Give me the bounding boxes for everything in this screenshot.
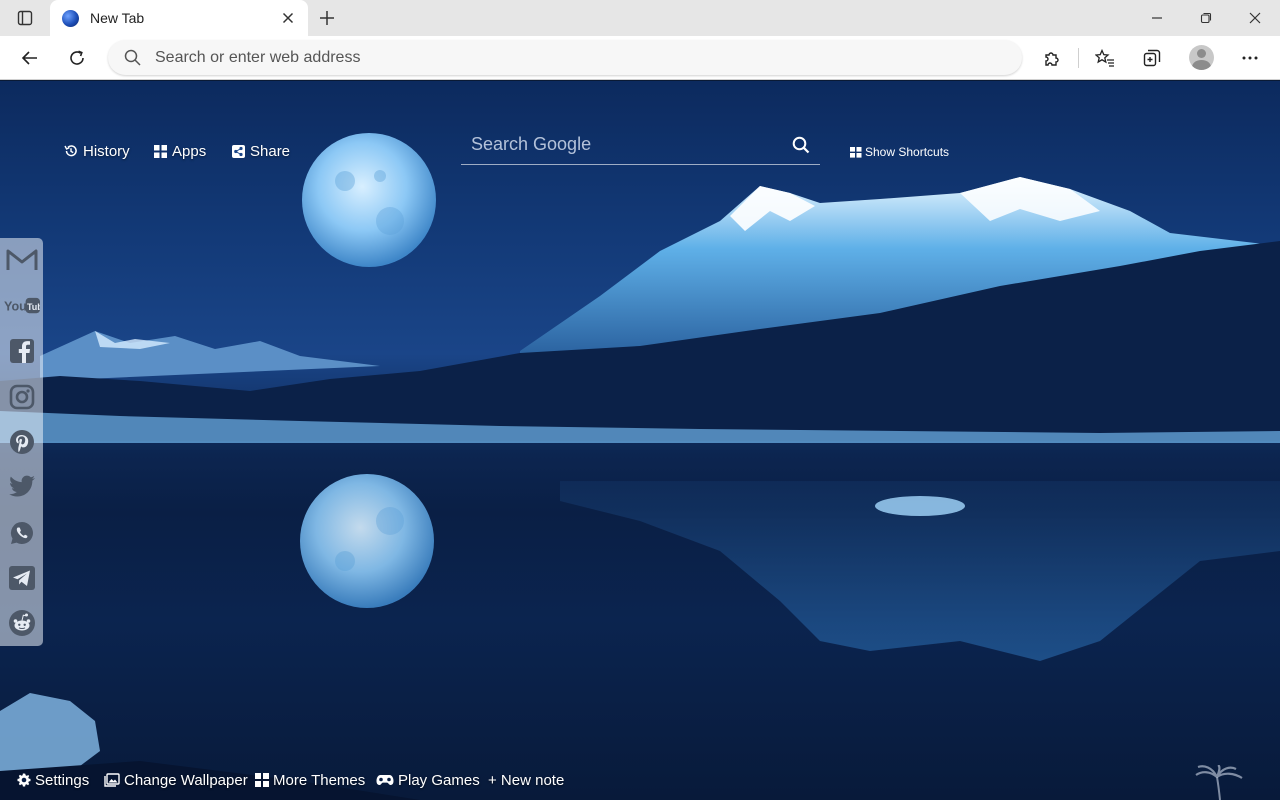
tab-strip: New Tab (0, 0, 1280, 36)
settings-label: Settings (35, 771, 90, 789)
favorites-button[interactable] (1090, 44, 1120, 72)
tab-close-button[interactable] (278, 8, 298, 28)
shortcuts-grid-icon (850, 146, 862, 158)
share-icon (232, 144, 245, 158)
facebook-link[interactable] (4, 334, 40, 368)
tab-title: New Tab (90, 10, 145, 26)
show-shortcuts-button[interactable]: Show Shortcuts (850, 144, 949, 160)
new-tab-button[interactable] (314, 6, 340, 30)
show-shortcuts-label: Show Shortcuts (865, 145, 950, 159)
apps-grid-icon (154, 144, 167, 158)
new-note-label: + New note (488, 771, 565, 789)
more-dots-icon (1242, 56, 1258, 60)
extensions-button[interactable] (1037, 44, 1067, 72)
settings-link[interactable]: Settings (17, 770, 89, 790)
apps-link[interactable]: Apps (154, 141, 206, 161)
apps-label: Apps (172, 142, 207, 160)
play-games-link[interactable]: Play Games (376, 770, 480, 790)
share-link[interactable]: Share (232, 141, 290, 161)
collections-button[interactable] (1137, 44, 1167, 72)
collections-icon (1143, 49, 1161, 67)
close-icon (282, 12, 294, 24)
play-games-label: Play Games (398, 771, 480, 789)
browser-toolbar (0, 36, 1280, 80)
back-button[interactable] (15, 44, 45, 72)
gmail-icon (6, 249, 38, 270)
restore-button[interactable] (1191, 6, 1221, 30)
youtube-link[interactable]: You Tube (4, 289, 40, 323)
pinterest-icon (10, 430, 34, 454)
change-wallpaper-label: Change Wallpaper (124, 771, 248, 789)
google-search-box (461, 125, 820, 165)
arrow-left-icon (21, 51, 37, 65)
close-icon (1249, 12, 1261, 24)
svg-text:You: You (4, 300, 27, 314)
more-themes-label: More Themes (273, 771, 366, 789)
search-icon (792, 136, 810, 153)
instagram-icon (9, 384, 35, 410)
wallpaper-image (0, 133, 1280, 800)
refresh-icon (70, 50, 84, 65)
gamepad-icon (376, 775, 394, 785)
close-window-button[interactable] (1240, 6, 1270, 30)
more-themes-link[interactable]: More Themes (255, 770, 365, 790)
profile-avatar[interactable] (1189, 45, 1214, 70)
new-note-link[interactable]: + New note (488, 770, 564, 790)
gmail-link[interactable] (4, 243, 40, 277)
address-bar[interactable] (108, 40, 1022, 75)
favorites-star-icon (1095, 49, 1114, 67)
minimize-icon (1152, 17, 1162, 19)
svg-text:Tube: Tube (27, 302, 40, 312)
instagram-link[interactable] (4, 380, 40, 414)
themes-grid-icon (255, 773, 269, 787)
whatsapp-icon (10, 521, 33, 544)
social-sidebar: You Tube (0, 238, 43, 646)
tab-actions-button[interactable] (8, 6, 42, 30)
reddit-link[interactable] (4, 606, 40, 640)
telegram-icon (9, 566, 35, 590)
reddit-icon (9, 610, 35, 636)
history-icon (64, 145, 77, 157)
google-search-input[interactable] (461, 134, 786, 155)
minimize-button[interactable] (1142, 6, 1172, 30)
restore-icon (1200, 12, 1212, 24)
telegram-link[interactable] (4, 561, 40, 595)
youtube-icon: You Tube (4, 297, 40, 314)
history-link[interactable]: History (64, 141, 130, 161)
tab-actions-icon (17, 10, 33, 26)
more-menu-button[interactable] (1235, 44, 1265, 72)
gear-icon (17, 773, 31, 787)
twitter-link[interactable] (4, 470, 40, 504)
share-label: Share (250, 142, 291, 160)
history-label: History (83, 142, 130, 160)
puzzle-piece-icon (1045, 52, 1059, 66)
image-icon (104, 773, 120, 787)
palm-tree-logo-icon (1195, 765, 1243, 800)
google-search-button[interactable] (786, 130, 816, 160)
address-input[interactable] (155, 48, 975, 67)
tab-new-tab[interactable]: New Tab (50, 0, 308, 36)
globe-favicon-icon (62, 9, 79, 27)
change-wallpaper-link[interactable]: Change Wallpaper (104, 770, 248, 790)
pinterest-link[interactable] (4, 425, 40, 459)
twitter-icon (9, 475, 35, 497)
search-icon (124, 49, 141, 66)
refresh-button[interactable] (62, 44, 92, 72)
new-tab-page: History Apps Share Show Shortcuts (0, 81, 1280, 800)
whatsapp-link[interactable] (4, 516, 40, 550)
toolbar-divider (1078, 48, 1079, 68)
plus-icon (320, 11, 334, 25)
facebook-icon (10, 339, 34, 363)
